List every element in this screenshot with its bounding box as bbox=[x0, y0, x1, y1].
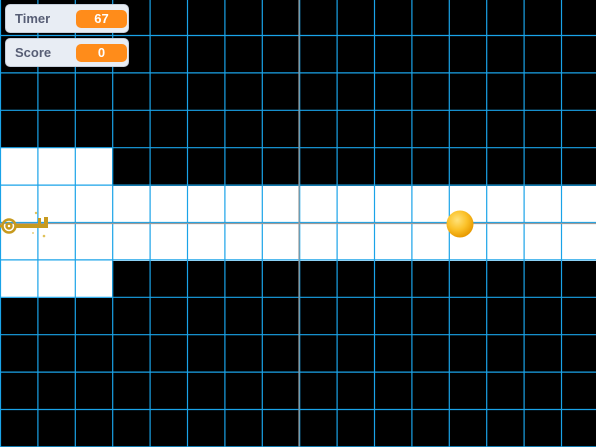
score-monitor[interactable]: Score 0 bbox=[5, 38, 129, 67]
timer-label: Timer bbox=[15, 11, 51, 26]
score-label: Score bbox=[15, 45, 52, 60]
maze-layer bbox=[0, 0, 596, 447]
key-icon[interactable] bbox=[0, 208, 54, 242]
game-stage[interactable]: Timer 67 Score 0 bbox=[0, 0, 596, 447]
ball-icon[interactable] bbox=[444, 209, 476, 239]
timer-value: 67 bbox=[76, 9, 127, 28]
timer-monitor[interactable]: Timer 67 bbox=[5, 4, 129, 33]
score-value: 0 bbox=[76, 43, 127, 62]
